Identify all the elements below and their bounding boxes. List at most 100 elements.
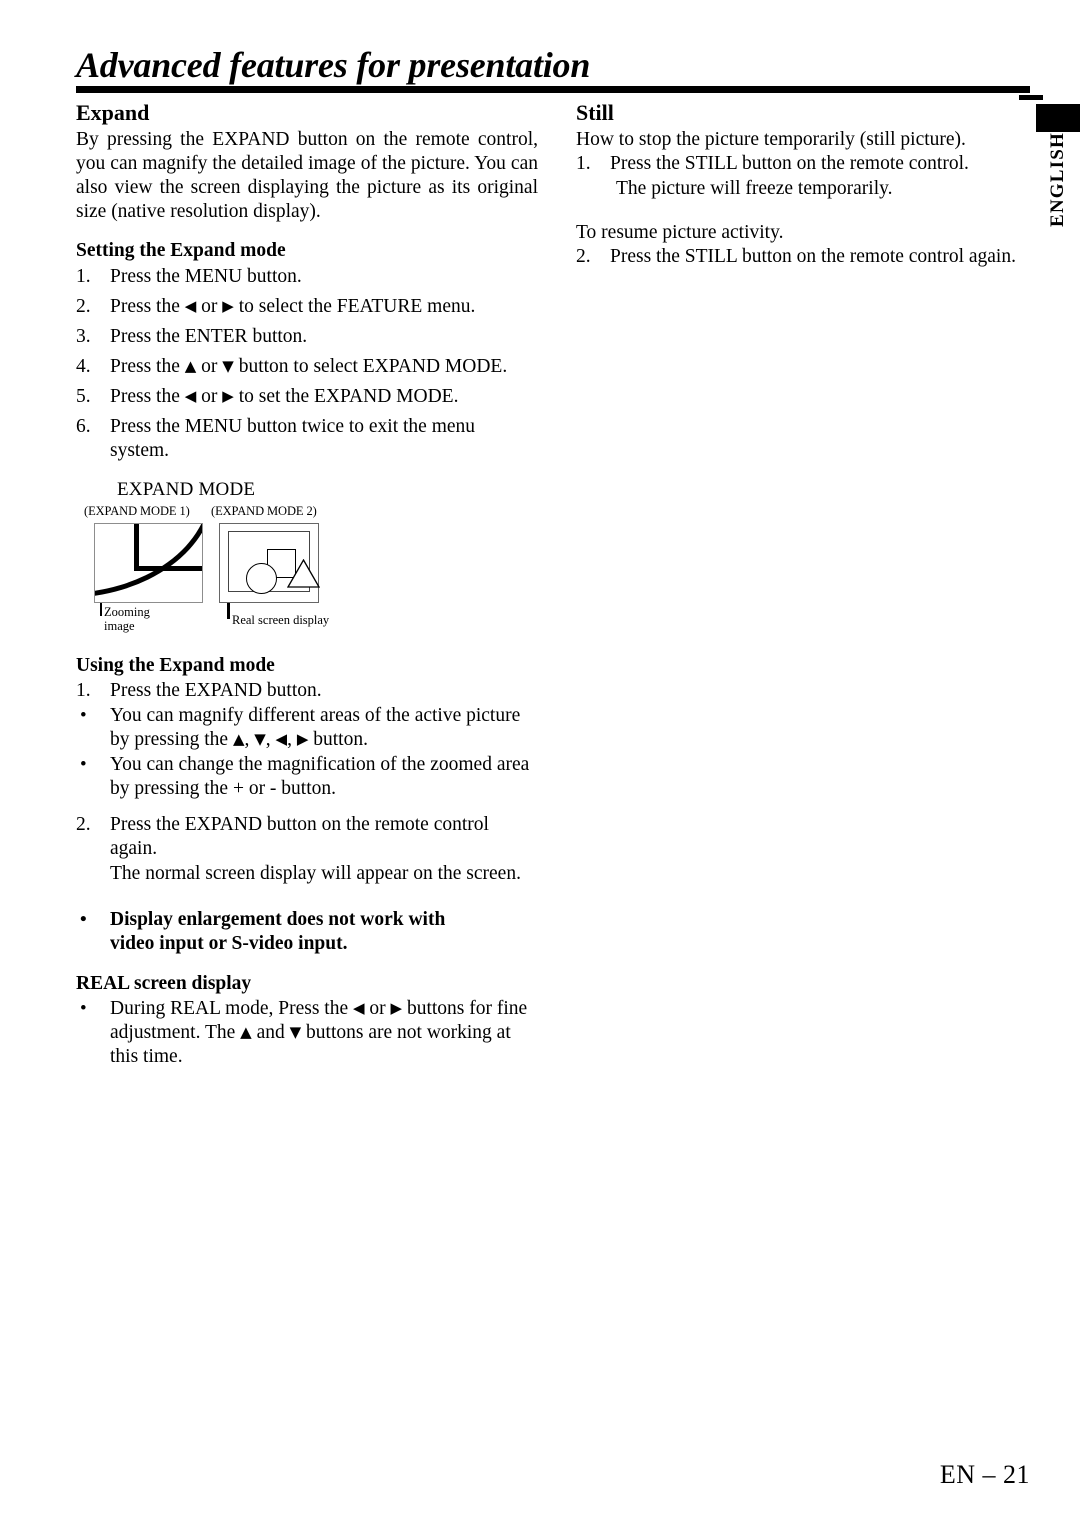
down-arrow-icon: ▼ [254,730,266,749]
language-tab-bar [1036,104,1080,132]
bullet-icon: • [80,998,87,1020]
left-arrow-icon: ◀ [275,730,288,749]
step-marker: 2. [576,245,591,267]
expand-step2-list: 2. Press the EXPAND button on the remote… [76,813,538,886]
right-arrow-icon: ▶ [390,999,403,1018]
zooming-image-diagram [94,522,203,603]
warning-line: video input or S-video input. [110,932,348,954]
real-screen-caption: Real screen display [232,612,330,627]
up-arrow-icon: ▲ [184,356,197,375]
step-marker: 5. [76,385,91,407]
warning-list: • Display enlargement does not work with… [76,908,538,956]
page-title: Advanced features for presentation [76,45,591,85]
list-item: • During REAL mode, Press the ◀ or ▶ but… [76,997,538,1069]
step-text: Press the STILL button on the remote con… [610,245,1016,267]
step-text: Press the MENU button twice to exit the … [110,415,476,461]
still-steps-list: 1. Press the STILL button on the remote … [576,152,1030,201]
list-item: 3. Press the ENTER button. [76,325,538,349]
triangle-shape-icon [286,558,321,588]
list-item-note: The normal screen display will appear on… [76,862,538,886]
left-arrow-icon: ◀ [353,999,365,1018]
step-note: The picture will freeze temporarily. [616,178,893,200]
language-tab-text: ENGLISH [1047,132,1068,227]
expand-section-heading: Expand [76,100,150,125]
step-text: Press the ◀ or ▶ to select the FEATURE m… [110,295,476,317]
list-item-note: The picture will freeze temporarily. [576,177,1030,201]
step-marker: 1. [576,153,591,175]
bullet-icon: • [80,705,87,727]
still-resume-list: 2. Press the STILL button on the remote … [576,245,1030,269]
expand-intro-paragraph: By pressing the EXPAND button on the rem… [76,129,538,222]
step-marker: 1. [76,680,91,702]
step-text: Press the EXPAND button on the remote co… [110,814,489,859]
zoom-crop-vertical-line [134,523,139,570]
real-screen-heading: REAL screen display [76,972,252,994]
step-text: Press the STILL button on the remote con… [610,153,969,175]
right-arrow-icon: ▶ [222,296,234,315]
step-text: During REAL mode, Press the ◀ or ▶ butto… [110,998,528,1068]
list-item: 1. Press the MENU button. [76,265,538,289]
setting-steps-list: 1. Press the MENU button. 2. Press the ◀… [76,265,538,463]
bullet-icon: • [80,908,87,930]
list-item: • You can change the magnification of th… [76,753,538,801]
right-column: Still How to stop the picture temporaril… [576,100,1030,275]
caption-line: image [104,619,135,634]
bullet-icon: • [80,754,87,776]
title-divider [76,86,1030,93]
still-intro-paragraph: How to stop the picture temporarily (sti… [576,129,966,151]
down-arrow-icon: ▼ [222,356,234,375]
document-page: Advanced features for presentation ENGLI… [0,0,1080,1528]
step-marker: 2. [76,814,91,836]
figure-subtitle-mode2: (EXPAND MODE 2) [211,503,317,518]
real-screen-diagram [219,522,321,603]
step-text: Press the EXPAND button. [110,680,322,702]
expand-mode-figure: EXPAND MODE (EXPAND MODE 1) (EXPAND MODE… [76,479,376,644]
page-footer: EN – 21 [939,1460,1030,1489]
step-note: The normal screen display will appear on… [110,862,521,884]
step-marker: 3. [76,325,91,347]
setting-expand-heading: Setting the Expand mode [76,240,286,262]
step-text: Press the ▲ or ▼ button to select EXPAND… [110,355,508,377]
up-arrow-icon: ▲ [240,1023,252,1042]
list-item: 1. Press the STILL button on the remote … [576,152,1030,176]
figure-title: EXPAND MODE [117,478,256,500]
list-item: • You can magnify different areas of the… [76,704,538,752]
real-screen-leader-line [227,602,230,619]
list-item: 1. Press the EXPAND button. [76,679,538,703]
list-item: 2. Press the STILL button on the remote … [576,245,1030,269]
language-tab-label: ENGLISH [1036,132,1080,262]
real-screen-inner-frame [228,530,321,594]
step-text: Press the MENU button. [110,265,302,287]
real-screen-list: • During REAL mode, Press the ◀ or ▶ but… [76,997,538,1069]
zooming-image-leader-line [100,602,102,616]
using-expand-heading: Using the Expand mode [76,654,275,676]
list-item: 5. Press the ◀ or ▶ to set the EXPAND MO… [76,385,538,409]
circle-shape-icon [246,562,277,594]
left-arrow-icon: ◀ [184,386,197,405]
list-item: 4. Press the ▲ or ▼ button to select EXP… [76,355,538,379]
using-expand-list: 1. Press the EXPAND button. • You can ma… [76,679,538,801]
step-text: You can magnify different areas of the a… [110,705,521,751]
left-arrow-icon: ◀ [184,296,197,315]
warning-item: • Display enlargement does not work with… [76,908,538,956]
right-arrow-icon: ▶ [222,386,234,405]
warning-line: Display enlargement does not work with [110,908,446,930]
left-column: Expand By pressing the EXPAND button on … [76,100,538,1075]
up-arrow-icon: ▲ [232,730,245,749]
list-item: 2. Press the ◀ or ▶ to select the FEATUR… [76,295,538,319]
step-text: You can change the magnification of the … [110,754,530,800]
list-item: 2. Press the EXPAND button on the remote… [76,813,538,861]
still-section-heading: Still [576,100,614,125]
list-item: 6. Press the MENU button twice to exit t… [76,415,538,463]
step-marker: 1. [76,265,91,287]
right-arrow-icon: ▶ [296,730,309,749]
step-marker: 4. [76,355,91,377]
down-arrow-icon: ▼ [289,1023,302,1042]
step-marker: 2. [76,295,91,317]
step-marker: 6. [76,415,91,437]
step-text: Press the ENTER button. [110,325,308,347]
zooming-image-caption: Zooming image [104,605,150,635]
zoom-arc-shape [95,524,202,598]
zoom-crop-horizontal-line [134,565,202,571]
resume-note: To resume picture activity. [576,222,784,244]
